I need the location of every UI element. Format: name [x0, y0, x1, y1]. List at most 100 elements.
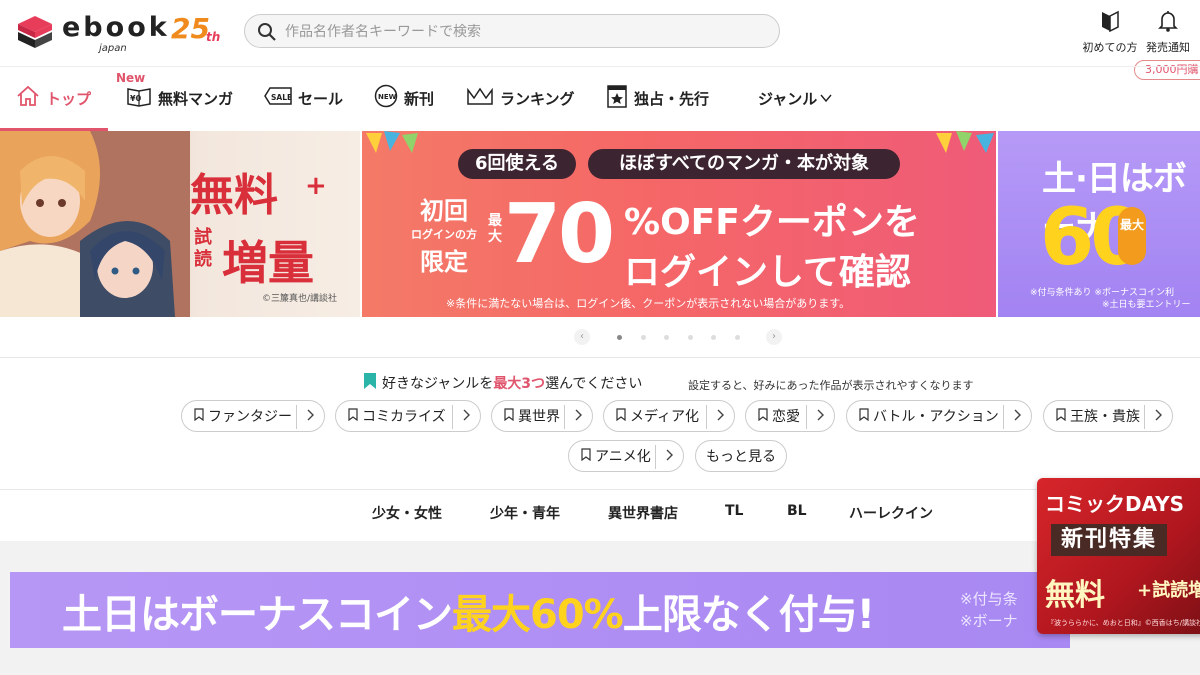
- chevron-right-icon[interactable]: [1154, 407, 1163, 427]
- bell-icon: [1140, 10, 1196, 35]
- divider: [0, 357, 1200, 358]
- carousel-dot[interactable]: [734, 335, 740, 340]
- carousel-next-button[interactable]: ›: [766, 329, 782, 345]
- chevron-down-icon: [820, 89, 832, 107]
- nav-free-label: 無料マンガ: [158, 89, 234, 108]
- genre-chip[interactable]: 王族・貴族: [1043, 400, 1173, 432]
- category-tab[interactable]: ハーレクイン: [849, 503, 933, 523]
- category-tab[interactable]: TL: [725, 503, 743, 519]
- category-tab[interactable]: 少女・女性: [372, 503, 442, 523]
- nav-top-label: トップ: [46, 89, 92, 108]
- bunting-decoration-left: [366, 131, 418, 153]
- genre-chip[interactable]: ファンタジー: [181, 400, 325, 432]
- svg-text:SALE: SALE: [271, 93, 292, 102]
- release-notice-label: 発売通知: [1146, 41, 1190, 54]
- chevron-right-icon[interactable]: [665, 447, 674, 467]
- banner2-max: 最大: [488, 213, 502, 245]
- genre-chip[interactable]: 恋愛: [745, 400, 835, 432]
- float-ad-line2: 新刊特集: [1051, 524, 1167, 556]
- bonus-text-c: 上限なく付与!: [622, 592, 875, 638]
- chevron-right-icon[interactable]: [1013, 407, 1022, 427]
- chip-separator: [655, 445, 656, 469]
- weekend-bonus-banner[interactable]: 土日はボーナスコイン最大60%上限なく付与! ※付与条 ※ボーナ: [10, 572, 1070, 648]
- chevron-right-icon[interactable]: [716, 407, 725, 427]
- bookmark-outline-icon: [859, 407, 869, 425]
- bonus-notes: ※付与条 ※ボーナ: [960, 588, 1018, 632]
- nav-exclusive[interactable]: 独占・先行: [606, 83, 709, 113]
- category-tab[interactable]: 異世界書店: [608, 503, 678, 523]
- banner2-lead-first: 初回: [420, 197, 468, 225]
- carousel-prev-button[interactable]: ‹: [574, 329, 590, 345]
- chip-separator: [452, 405, 453, 429]
- chevron-right-icon[interactable]: [816, 407, 825, 427]
- anniversary-number: 25: [171, 12, 210, 45]
- chip-separator: [1144, 405, 1145, 429]
- banner2-pill-all-titles: ほぼすべてのマンガ・本が対象: [588, 149, 900, 179]
- first-time-button[interactable]: 初めての方: [1080, 10, 1140, 55]
- main-nav: トップ New ¥0 無料マンガ SALE セール NEW 新刊 ランキング 独…: [0, 66, 1200, 131]
- float-ad-credit: 『波うららかに、めおと日和』©西香はち/講談社: [1047, 619, 1200, 627]
- carousel-dot[interactable]: [640, 335, 646, 340]
- genre-heading: 好きなジャンルを 最大3つ 選んでください: [364, 373, 642, 393]
- free-book-icon: ¥0: [126, 85, 152, 111]
- carousel-dot[interactable]: [664, 335, 669, 340]
- comic-days-floating-ad[interactable]: コミックDAYS 新刊特集 無料 +試読増 『波うららかに、めおと日和』©西香は…: [1037, 478, 1200, 634]
- banner2-big-number: 70: [504, 187, 615, 282]
- ebookjapan-logo[interactable]: ebook japan 25 th: [16, 12, 226, 56]
- bookmark-icon: [364, 373, 376, 393]
- banner-weekend-bonus[interactable]: 土·日はボーナ 60 最大 ※付与条件あり ※ボーナスコイン利 ※土日も要エント…: [998, 131, 1200, 317]
- nav-exclusive-label: 独占・先行: [634, 89, 710, 108]
- book-stack-logo-icon: [16, 14, 54, 56]
- nav-genre[interactable]: ジャンル: [758, 83, 832, 113]
- search-bar[interactable]: [244, 14, 780, 48]
- bookmark-outline-icon: [194, 407, 204, 425]
- chevron-right-icon[interactable]: [306, 407, 315, 427]
- genre-chip[interactable]: メディア化: [603, 400, 735, 432]
- genre-chip[interactable]: バトル・アクション: [846, 400, 1032, 432]
- category-tab[interactable]: 少年・青年: [490, 503, 560, 523]
- carousel-dot[interactable]: [617, 335, 622, 340]
- release-notice-button[interactable]: 発売通知: [1140, 10, 1196, 55]
- carousel-dot[interactable]: [711, 335, 716, 340]
- chevron-right-icon[interactable]: [574, 407, 583, 427]
- bonus-text-a: 土日はボーナスコイン: [62, 592, 453, 638]
- svg-text:¥0: ¥0: [130, 94, 142, 103]
- nav-free-manga[interactable]: ¥0 無料マンガ: [126, 83, 233, 113]
- bonus-text-b: 最大60%: [452, 592, 624, 638]
- logo-sub: japan: [99, 43, 127, 54]
- search-icon[interactable]: [257, 22, 277, 46]
- genre-subtext: 設定すると、好みにあった作品が表示されやすくなります: [688, 379, 974, 392]
- banner-70off-coupon[interactable]: 6回使える ほぼすべてのマンガ・本が対象 初回 ログインの方 限定 最大 70 …: [362, 131, 996, 317]
- chip-separator: [1003, 405, 1004, 429]
- banner2-lead-limited: 限定: [420, 248, 468, 276]
- nav-new-label: 新刊: [404, 89, 435, 108]
- chevron-right-icon[interactable]: [462, 407, 471, 427]
- nav-ranking[interactable]: ランキング: [466, 83, 575, 113]
- genre-chip-label: アニメ化: [595, 449, 651, 465]
- divider: [0, 489, 1200, 490]
- genre-heading-highlight: 最大3つ: [493, 376, 546, 392]
- crown-icon: [466, 86, 494, 110]
- nav-sale[interactable]: SALE セール: [264, 83, 343, 113]
- nav-top[interactable]: トップ: [16, 83, 91, 113]
- bonus-banner-text: 土日はボーナスコイン最大60%上限なく付与!: [62, 582, 875, 640]
- genre-chip[interactable]: コミカライズ: [335, 400, 481, 432]
- banner1-title-increase: 増量: [222, 236, 314, 290]
- beginner-mark-icon: [1080, 10, 1140, 35]
- banner2-lead-login: ログインの方: [411, 228, 477, 241]
- carousel-dot[interactable]: [687, 335, 693, 340]
- genre-chip-label: コミカライズ: [362, 409, 446, 425]
- nav-genre-label: ジャンル: [758, 89, 818, 108]
- genre-chip[interactable]: 異世界: [491, 400, 593, 432]
- banner-free-trial-increase[interactable]: 無料 + 試読 増量 ©三簾真也/講談社: [0, 131, 360, 317]
- anniversary-suffix: th: [206, 30, 221, 44]
- category-tab[interactable]: BL: [787, 503, 807, 519]
- banner2-pill-six-uses: 6回使える: [458, 149, 576, 179]
- search-input[interactable]: [285, 21, 765, 43]
- banner-carousel: 無料 + 試読 増量 ©三簾真也/講談社 6回使える ほぼすべてのマンガ・本が対…: [0, 131, 1200, 317]
- nav-new-release[interactable]: NEW 新刊: [374, 83, 434, 113]
- genre-chip[interactable]: アニメ化: [568, 440, 684, 472]
- bunting-decoration-right: [936, 131, 994, 153]
- genre-more-button[interactable]: もっと見る: [695, 440, 787, 472]
- chip-separator: [706, 405, 707, 429]
